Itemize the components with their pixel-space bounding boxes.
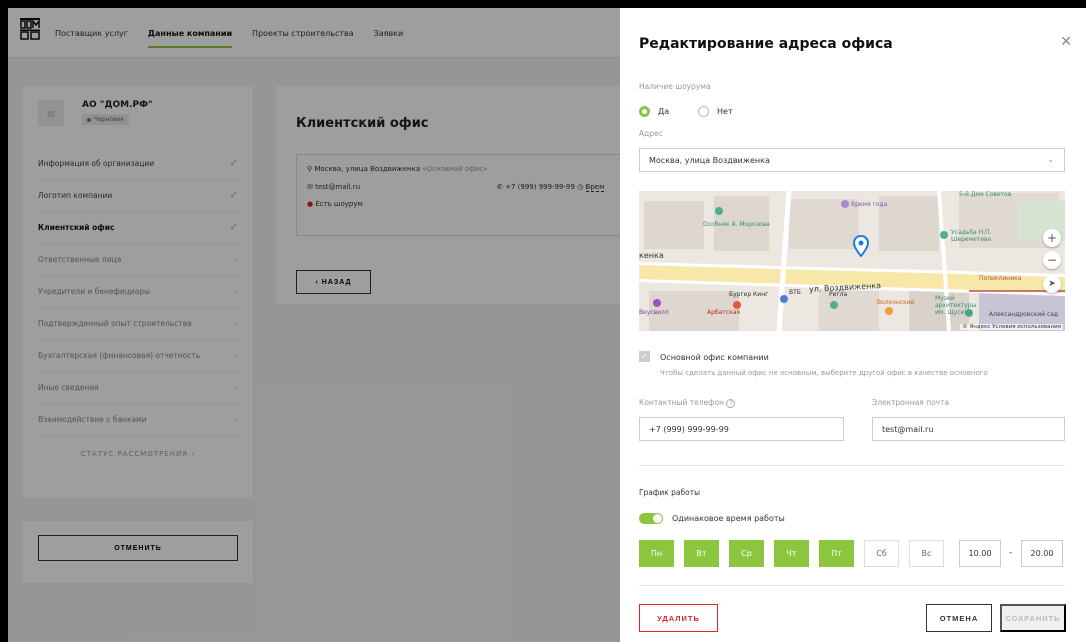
day-toggle[interactable]: Сб (864, 540, 899, 567)
app-frame: Поставщик услуг Данные компании Проекты ст… (8, 8, 1086, 642)
time-to-input[interactable]: 20.00 (1021, 540, 1063, 567)
phone-input[interactable]: +7 (999) 999-99-99 (639, 417, 844, 441)
main-office-label: Основной офис компании (660, 353, 769, 362)
map-street-left-label: кенка (639, 251, 664, 260)
time-from-input[interactable]: 10.00 (959, 540, 1001, 567)
map-copyright[interactable]: © Яндекс Условия использования (960, 324, 1063, 330)
map-canvas (639, 191, 1065, 331)
map-label-volkonsky: Волконский (877, 299, 915, 306)
map-label-usadba: Усадьба Н.П. Шереметева (951, 229, 992, 243)
map-label-vremya: Время года (851, 201, 888, 208)
day-toggle[interactable]: Чт (774, 540, 809, 567)
map-label-museum: Музей архитектуры им. Щусева (935, 295, 977, 316)
cancel-button[interactable]: ОТМЕНА (926, 604, 992, 632)
day-toggle[interactable]: Вс (909, 540, 944, 567)
day-toggle[interactable]: Ср (729, 540, 764, 567)
same-time-label: Одинаковое время работы (672, 514, 785, 523)
map-label-dom-sovetov: 5-й Дом Советов (959, 191, 1012, 198)
weekday-selector: Пн Вт Ср Чт Пт Сб Вс (639, 540, 954, 567)
address-label: Адрес (639, 129, 663, 138)
map-zoom-out-icon[interactable]: − (1043, 251, 1061, 269)
showroom-label: Наличие шоурума (639, 82, 711, 91)
divider (639, 585, 1065, 586)
email-input[interactable]: test@mail.ru (872, 417, 1065, 441)
help-icon[interactable]: ? (726, 399, 736, 408)
email-label: Электронная почта (872, 398, 950, 407)
time-range-dash: - (1009, 548, 1013, 558)
modal-backdrop[interactable] (8, 8, 620, 642)
map-label-vkusvill: Вкусвилл (639, 309, 669, 316)
same-time-toggle[interactable] (639, 513, 663, 524)
map-label-arbatskaya: Арбатская (707, 309, 740, 316)
address-select[interactable]: Москва, улица Воздвиженка ⌄ (639, 148, 1065, 172)
map-label-burger: Бургер Кинг (729, 291, 769, 298)
office-map[interactable]: Особняк А. Морозова Время года 5-й Дом С… (639, 191, 1065, 331)
day-toggle[interactable]: Пт (819, 540, 854, 567)
phone-label-text: Контактный телефон (639, 398, 725, 407)
radio-unchecked-icon (698, 106, 709, 117)
radio-no-label: Нет (717, 107, 733, 116)
day-toggle[interactable]: Пн (639, 540, 674, 567)
phone-label: Контактный телефон ? (639, 398, 736, 408)
main-office-hint: Чтобы сделать данный офис не основным, в… (660, 369, 988, 377)
map-label-vtb: ВТБ (789, 289, 801, 296)
radio-showroom-yes[interactable]: Да (639, 106, 669, 117)
close-icon[interactable]: ✕ (1060, 34, 1072, 50)
chevron-down-icon: ⌄ (1047, 155, 1054, 164)
delete-button[interactable]: УДАЛИТЬ (639, 604, 718, 632)
map-marker-icon (853, 235, 869, 257)
map-label-morozov: Особняк А. Морозова (703, 221, 770, 228)
map-zoom-in-icon[interactable]: + (1043, 229, 1061, 247)
day-toggle[interactable]: Вт (684, 540, 719, 567)
map-label-poliklinika: Поликлиника (979, 275, 1022, 282)
save-button[interactable]: СОХРАНИТЬ (1000, 604, 1066, 632)
address-select-value: Москва, улица Воздвиженка (649, 156, 770, 165)
radio-checked-icon (639, 106, 650, 117)
map-label-alex-garden: Александровский сад (989, 311, 1059, 318)
radio-showroom-no[interactable]: Нет (698, 106, 733, 117)
main-office-checkbox[interactable]: ✓ (639, 351, 650, 362)
edit-office-panel: Редактирование адреса офиса ✕ Наличие шо… (620, 8, 1086, 642)
panel-title: Редактирование адреса офиса (639, 36, 893, 52)
map-geolocation-icon[interactable]: ➤ (1043, 275, 1061, 293)
radio-yes-label: Да (658, 107, 670, 116)
divider (639, 465, 1065, 466)
schedule-label: График работы (639, 488, 700, 497)
